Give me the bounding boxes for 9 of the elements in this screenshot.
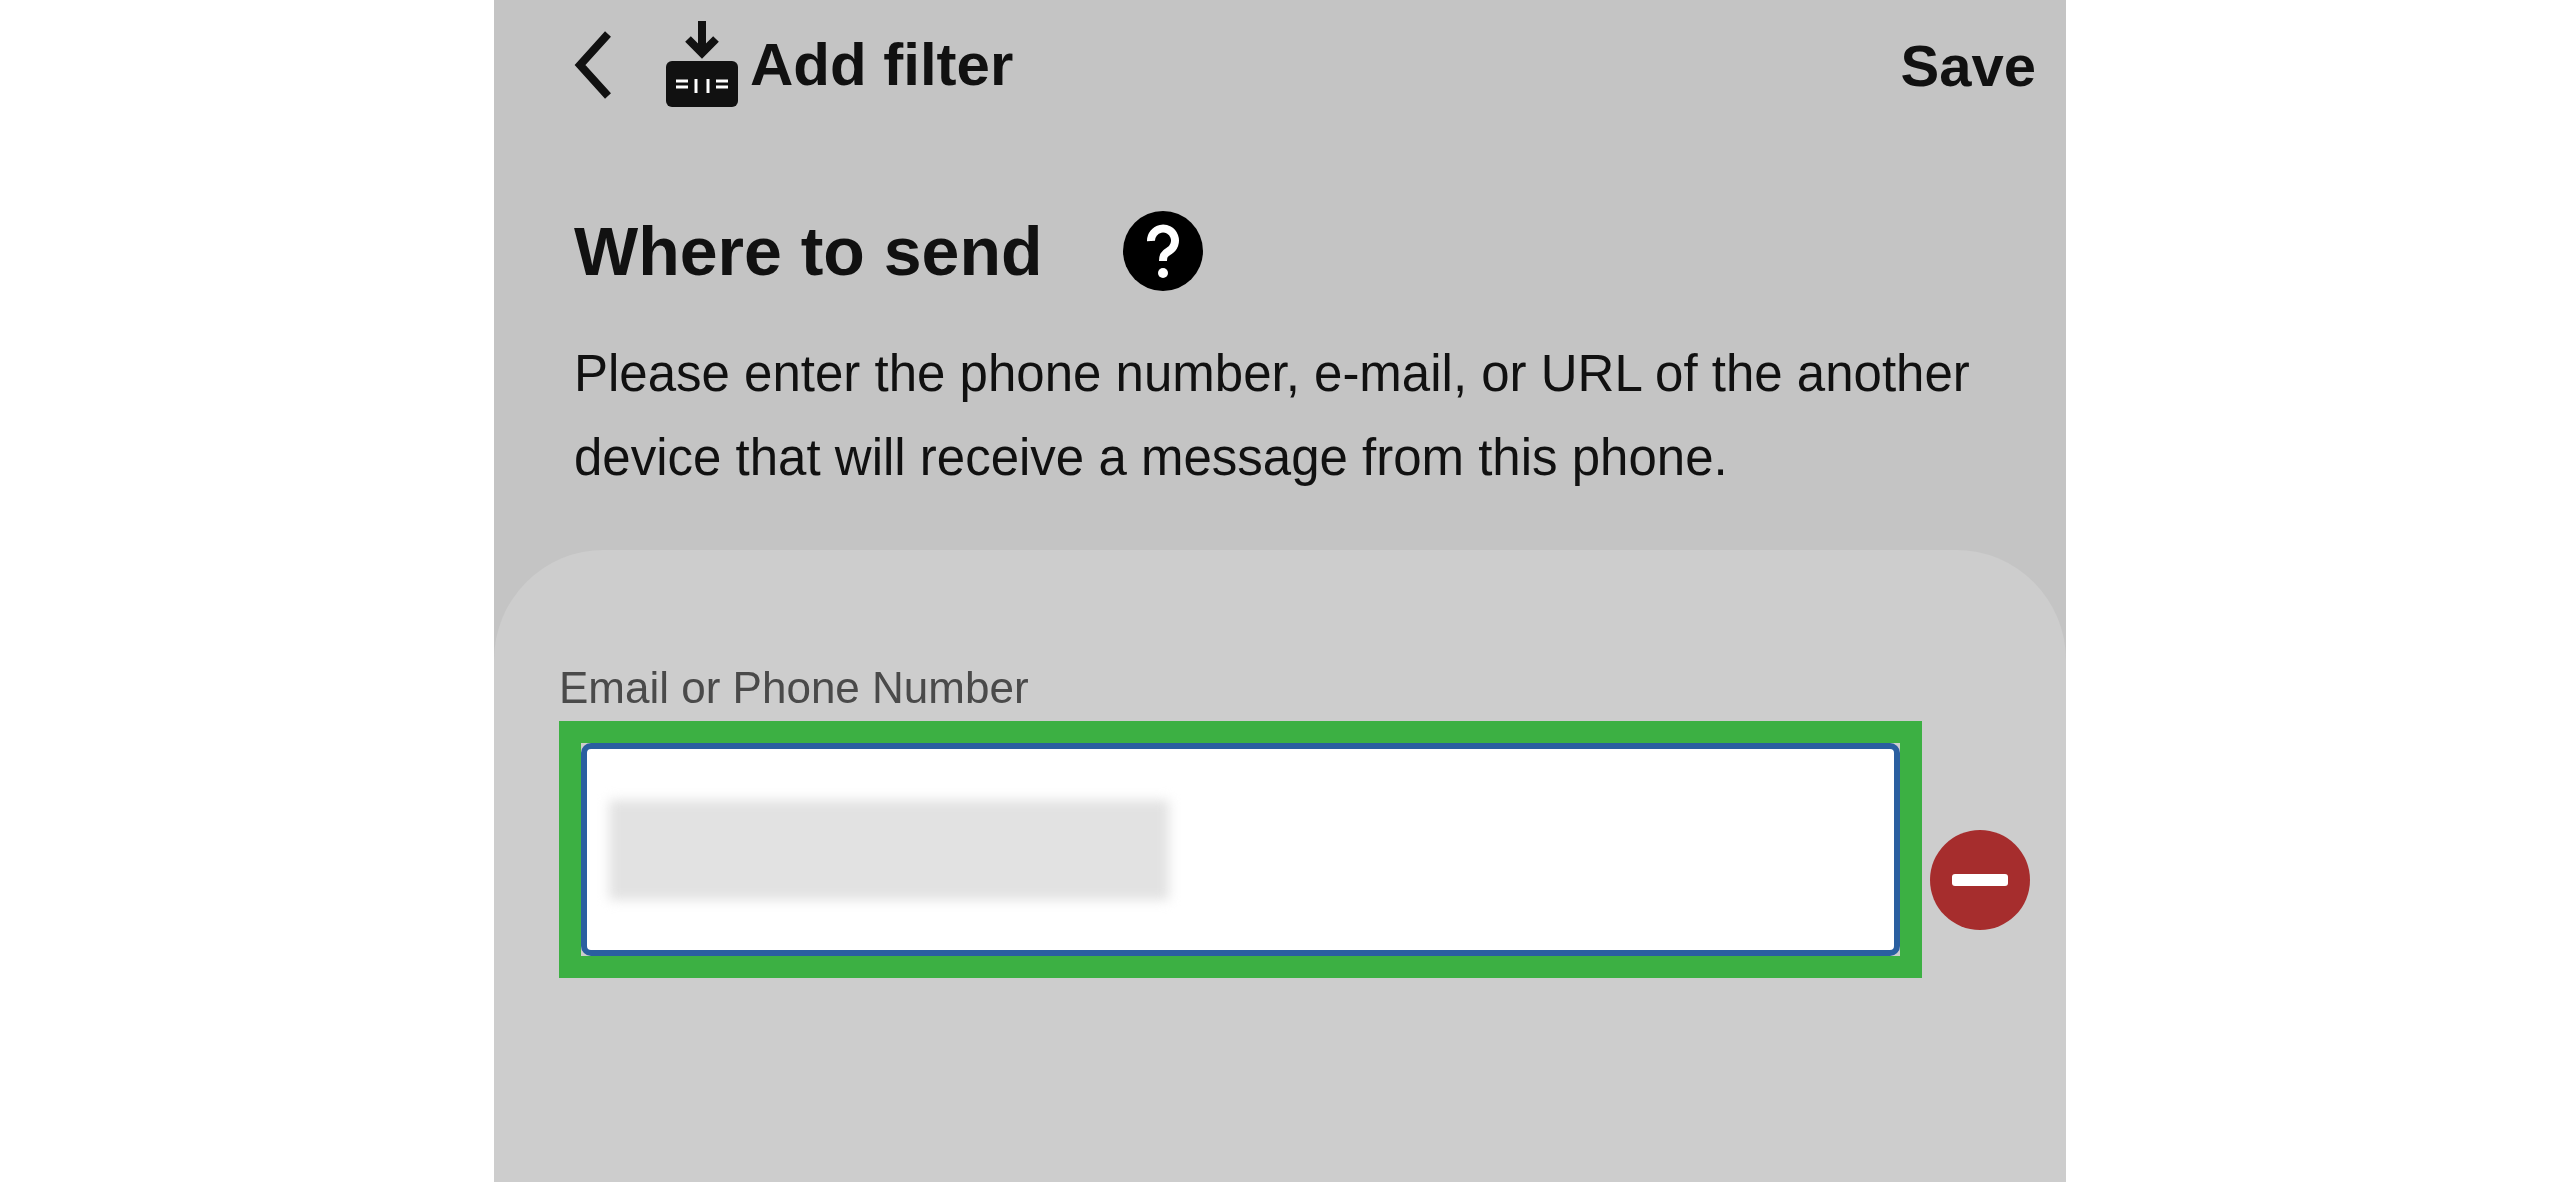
screen-title: Add filter [750, 30, 1014, 100]
back-icon[interactable] [574, 30, 614, 100]
help-icon[interactable] [1122, 211, 1203, 291]
email-input-field[interactable] [581, 743, 1900, 956]
field-label: Email or Phone Number [559, 662, 1030, 714]
remove-icon[interactable] [1930, 829, 2030, 930]
save-button[interactable]: Save [1900, 21, 2036, 109]
section-title: Where to send [574, 212, 1043, 291]
description-text: Please enter the phone number, e-mail, or URL of the another device that will receive a message from this phone. [574, 344, 1971, 488]
